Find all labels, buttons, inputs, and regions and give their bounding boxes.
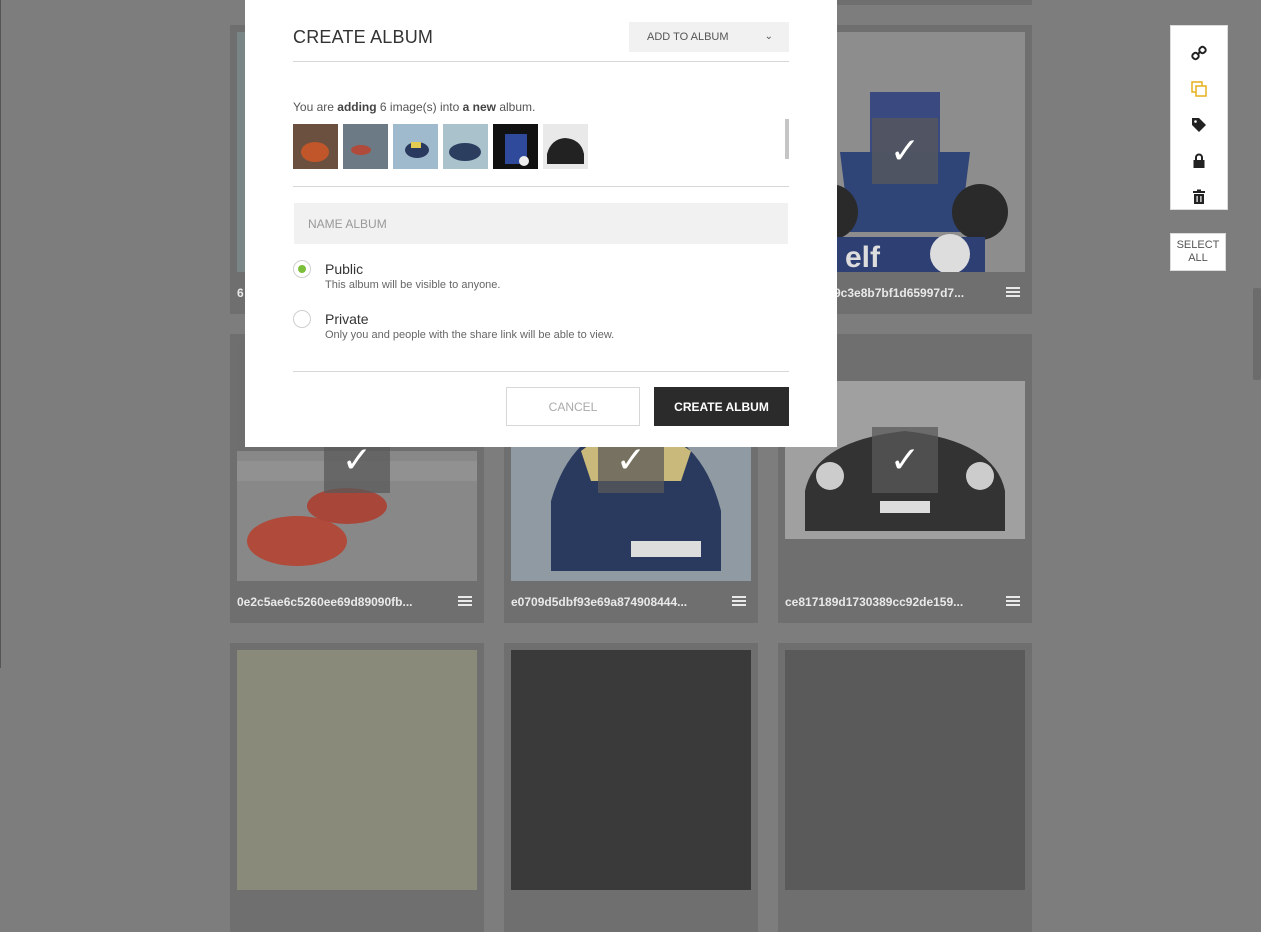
photo-menu-icon[interactable]	[1006, 594, 1020, 608]
trash-icon[interactable]	[1171, 179, 1227, 215]
cancel-button[interactable]: CANCEL	[506, 387, 640, 426]
photo-card[interactable]	[778, 643, 1032, 932]
selection-toolbar	[1170, 25, 1228, 210]
private-option-description: Only you and people with the share link …	[325, 329, 615, 341]
photo-thumbnail	[237, 650, 477, 890]
photo-menu-icon[interactable]	[458, 594, 472, 608]
photo-menu-icon[interactable]	[732, 594, 746, 608]
modal-title: CREATE ALBUM	[293, 27, 434, 47]
selected-image-thumbnail	[443, 124, 488, 169]
page-scrollbar-thumb[interactable]	[1253, 288, 1261, 380]
svg-text:elf: elf	[845, 241, 881, 272]
public-option-description: This album will be visible to anyone.	[325, 279, 501, 291]
selected-image-thumbnail	[343, 124, 388, 169]
lock-icon[interactable]	[1171, 143, 1227, 179]
public-radio[interactable]	[293, 260, 311, 278]
tag-icon[interactable]	[1171, 107, 1227, 143]
photo-caption: 6	[237, 286, 244, 300]
photo-thumbnail	[511, 650, 751, 890]
divider	[293, 371, 789, 372]
selected-check-icon[interactable]: ✓	[872, 118, 938, 184]
create-album-modal: CREATE ALBUM ADD TO ALBUM ⌄ You are addi…	[245, 0, 837, 447]
create-album-button[interactable]: CREATE ALBUM	[654, 387, 789, 426]
photo-caption: 9c3e8b7bf1d65997d7...	[834, 286, 965, 300]
photo-thumbnail	[785, 650, 1025, 890]
photo-caption: ce817189d1730389cc92de159...	[785, 595, 964, 609]
photo-card[interactable]	[504, 643, 758, 932]
photo-menu-icon[interactable]	[1006, 285, 1020, 299]
selected-image-thumbnail	[543, 124, 588, 169]
selected-image-thumbnail	[293, 124, 338, 169]
add-to-album-dropdown[interactable]: ADD TO ALBUM ⌄	[629, 22, 789, 52]
thumbnail-scrollbar[interactable]	[785, 119, 789, 159]
copy-icon[interactable]	[1171, 71, 1227, 107]
add-to-album-label: ADD TO ALBUM	[647, 31, 729, 43]
public-option-title: Public	[325, 261, 364, 277]
photo-caption: e0709d5dbf93e69a874908444...	[511, 595, 688, 609]
divider	[293, 186, 789, 187]
private-radio[interactable]	[293, 310, 311, 328]
photo-caption: 0e2c5ae6c5260ee69d89090fb...	[237, 595, 413, 609]
selected-images-strip	[293, 124, 588, 169]
divider	[293, 61, 789, 62]
album-name-input[interactable]	[294, 203, 788, 244]
select-all-button[interactable]: SELECT ALL	[1170, 233, 1226, 271]
link-icon[interactable]	[1171, 35, 1227, 71]
selected-image-thumbnail	[393, 124, 438, 169]
radio-selected-dot	[298, 265, 306, 273]
selected-check-icon[interactable]: ✓	[872, 427, 938, 493]
photo-card[interactable]	[230, 643, 484, 932]
private-option-title: Private	[325, 311, 369, 327]
chevron-down-icon: ⌄	[764, 31, 773, 42]
adding-info-text: You are adding 6 image(s) into a new alb…	[293, 100, 536, 114]
selected-image-thumbnail	[493, 124, 538, 169]
window-edge	[0, 0, 1, 668]
